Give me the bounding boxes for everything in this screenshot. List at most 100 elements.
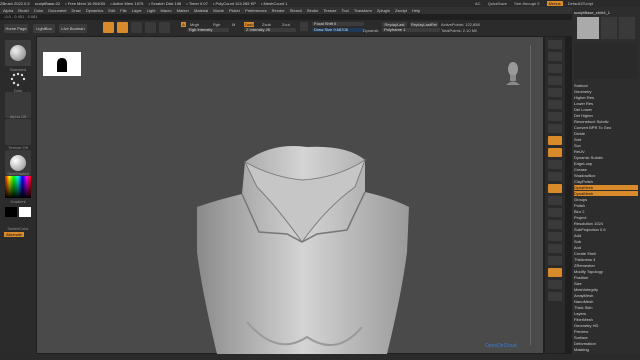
tool-menu-item[interactable]: DynaMesh: [574, 191, 638, 196]
menu-item-render[interactable]: Render: [272, 7, 285, 14]
menu-item-help[interactable]: Help: [412, 7, 420, 14]
secondary-color-swatch[interactable]: [19, 207, 31, 217]
tool-menu-item[interactable]: Add: [574, 233, 638, 238]
transp-button[interactable]: [548, 256, 562, 265]
menu-item-transform[interactable]: Transform: [354, 7, 372, 14]
tool-menu-item[interactable]: Groups: [574, 197, 638, 202]
tool-menu-item[interactable]: Position: [574, 275, 638, 280]
tool-menu-item[interactable]: ShadowBox: [574, 173, 638, 178]
scroll-button[interactable]: [548, 64, 562, 73]
default-zscript-button[interactable]: DefaultZScript: [568, 1, 593, 6]
polyframe-slider[interactable]: Polyframe 1: [382, 28, 440, 32]
texture-selector[interactable]: [5, 119, 31, 145]
line-fill-button[interactable]: [548, 232, 562, 241]
tool-menu-item[interactable]: FiberMesh: [574, 317, 638, 322]
see-through-slider[interactable]: See-through 0: [514, 1, 539, 6]
solo-button[interactable]: [548, 184, 562, 193]
tool-menu-item[interactable]: SubProjection 0.6: [574, 227, 638, 232]
tool-thumbnail-1[interactable]: [577, 17, 599, 39]
tool-menu-item[interactable]: ArrayMesh: [574, 293, 638, 298]
head-navigation-gizmo[interactable]: [505, 59, 521, 85]
tool-menu-item[interactable]: Thickness 4: [574, 257, 638, 262]
menu-item-edit[interactable]: Edit: [108, 7, 115, 14]
actual-button[interactable]: [548, 88, 562, 97]
dynamic-toggle[interactable]: Dynamic: [363, 28, 379, 33]
rotate-button[interactable]: [159, 22, 170, 33]
menu-item-movie[interactable]: Movie: [213, 7, 224, 14]
edit-button[interactable]: [103, 22, 114, 33]
tool-menu-item[interactable]: Reconstruct Subdiv: [574, 119, 638, 124]
ghost-button[interactable]: [548, 268, 562, 277]
replay-last-rel-button[interactable]: ReplayLastRel: [410, 22, 438, 27]
m-button[interactable]: M: [232, 22, 235, 27]
move-button[interactable]: [131, 22, 142, 33]
menu-item-macro[interactable]: Macro: [160, 7, 171, 14]
tool-menu-item[interactable]: Subtool: [574, 83, 638, 88]
menu-item-texture[interactable]: Texture: [323, 7, 336, 14]
menu-item-material[interactable]: Material: [194, 7, 208, 14]
menu-item-zplugin[interactable]: Zplugin: [377, 7, 390, 14]
tool-menu-item[interactable]: DynaMesh: [574, 185, 638, 190]
menu-item-alpha[interactable]: Alpha: [3, 7, 13, 14]
tool-menu-item[interactable]: Smt: [574, 137, 638, 142]
tool-menu-item[interactable]: Suv: [574, 143, 638, 148]
tool-menu-item[interactable]: Layers: [574, 311, 638, 316]
draw-button[interactable]: [117, 22, 128, 33]
menu-item-dynamics[interactable]: Dynamics: [86, 7, 104, 14]
menu-item-zscript[interactable]: Zscript: [395, 7, 407, 14]
tool-menu-item[interactable]: Thick Skin: [574, 305, 638, 310]
dynamic-persp-button[interactable]: [548, 112, 562, 121]
tool-menu-item[interactable]: Convert BPR To Geo: [574, 125, 638, 130]
tool-menu-item[interactable]: Geometry HD: [574, 323, 638, 328]
tool-menu-item[interactable]: Lower Res: [574, 101, 638, 106]
tool-menu-item[interactable]: Geometry: [574, 89, 638, 94]
menu-item-layer[interactable]: Layer: [132, 7, 142, 14]
tool-menu-item[interactable]: Modify Topology: [574, 269, 638, 274]
tool-menu-item[interactable]: EdgeLoop: [574, 161, 638, 166]
zcut-button[interactable]: Zcut: [282, 22, 290, 27]
floor-button[interactable]: [548, 124, 562, 133]
polyf-button[interactable]: [548, 244, 562, 253]
zoom3d-button[interactable]: [548, 208, 562, 217]
ac-button[interactable]: AC: [475, 1, 481, 6]
tool-menu-item[interactable]: Polish: [574, 203, 638, 208]
tool-menu-item[interactable]: Surface: [574, 335, 638, 340]
tool-menu-item[interactable]: MeshIntegrity: [574, 287, 638, 292]
tool-thumbnail-3[interactable]: [619, 17, 635, 39]
menu-item-brush[interactable]: Brush: [18, 7, 28, 14]
quicksave-button[interactable]: QuickSave: [488, 1, 507, 6]
tool-menu-item[interactable]: Project: [574, 215, 638, 220]
spix-button[interactable]: [548, 52, 562, 61]
menu-item-stroke[interactable]: Stroke: [307, 7, 319, 14]
tool-menu-item[interactable]: Preview: [574, 329, 638, 334]
tool-menu-item[interactable]: And: [574, 245, 638, 250]
live-boolean-button[interactable]: Live Boolean: [59, 24, 87, 33]
dynamic-brush-icon[interactable]: [300, 22, 308, 31]
tool-menu-item[interactable]: Create Shell: [574, 251, 638, 256]
z-intensity-slider[interactable]: Z Intensity 25: [244, 28, 296, 32]
tool-grid[interactable]: [574, 43, 638, 79]
tool-menu-item[interactable]: Higher Res: [574, 95, 638, 100]
frame-button[interactable]: [548, 172, 562, 181]
alternate-button[interactable]: Alternate: [4, 232, 24, 237]
lsym-button[interactable]: [548, 148, 562, 157]
tool-menu-item[interactable]: Masking: [574, 347, 638, 352]
tool-menu-item[interactable]: NanoMesh: [574, 299, 638, 304]
menu-item-tool[interactable]: Tool: [341, 7, 348, 14]
scale-button[interactable]: [145, 22, 156, 33]
a-toggle[interactable]: A: [181, 22, 186, 27]
menu-item-document[interactable]: Document: [48, 7, 66, 14]
menu-item-file[interactable]: File: [120, 7, 126, 14]
tool-menu-item[interactable]: Resolution 1024: [574, 221, 638, 226]
home-page-button[interactable]: Home Page: [4, 24, 28, 33]
menu-item-stencil[interactable]: Stencil: [290, 7, 302, 14]
tool-thumbnail-2[interactable]: [601, 17, 617, 39]
tool-menu-item[interactable]: Blur 2: [574, 209, 638, 214]
tool-menu-item[interactable]: Divide: [574, 131, 638, 136]
color-picker[interactable]: [5, 176, 31, 198]
tool-menu-item[interactable]: Deformation: [574, 341, 638, 346]
switch-color-button[interactable]: SwitchColor: [0, 226, 36, 231]
rotate-view-button[interactable]: [548, 220, 562, 229]
rgb-intensity-slider[interactable]: Rgb Intensity: [187, 28, 229, 32]
rgb-button[interactable]: Rgb: [213, 22, 220, 27]
